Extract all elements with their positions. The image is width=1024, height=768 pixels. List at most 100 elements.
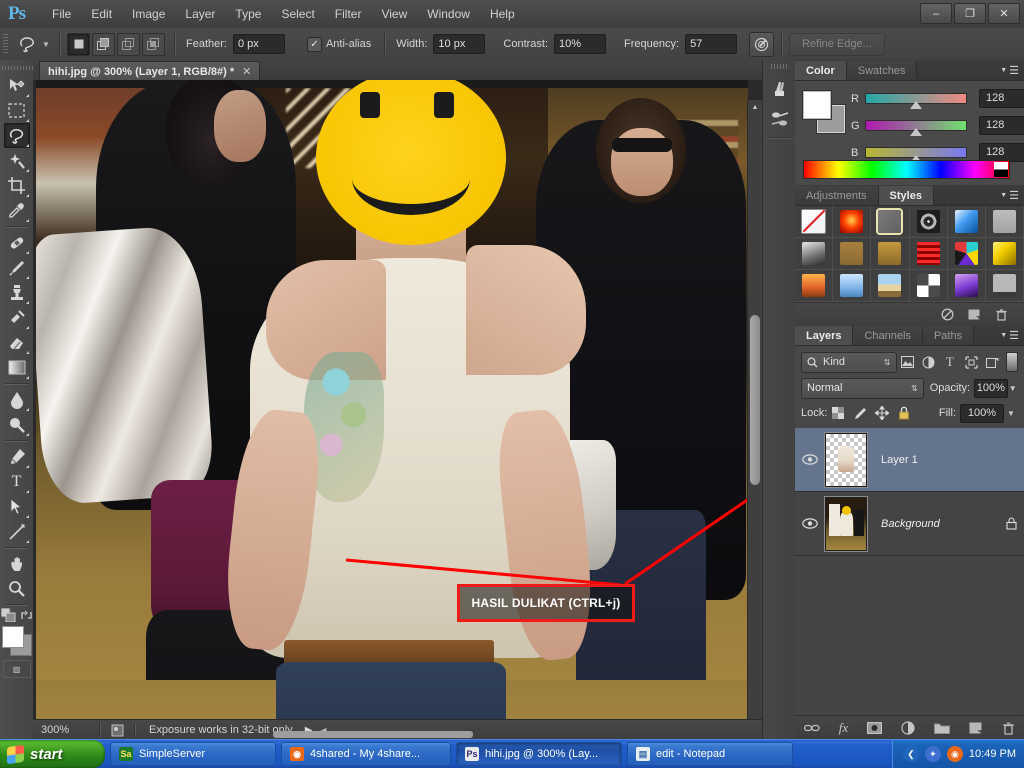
color-foreground-swatch[interactable] [803,91,831,119]
channel-value-r[interactable]: 128 [979,89,1024,108]
style-swatch[interactable] [909,270,948,302]
quick-mask-icon[interactable]: ▨ [2,660,31,678]
menu-help[interactable]: Help [481,4,524,24]
channel-thumb-g[interactable] [910,128,922,136]
style-swatch[interactable] [985,270,1024,302]
tools-panel-grip[interactable] [0,63,33,73]
document-thumb-icon[interactable] [100,724,134,737]
channel-track-g[interactable] [865,120,967,136]
clone-stamp-tool[interactable] [4,280,30,305]
foreground-color-swatch[interactable] [1,626,24,648]
blur-tool[interactable] [4,387,30,412]
panel-menu-icon[interactable]: ▼ ☰ [1000,64,1019,77]
layer-row[interactable]: Background [795,492,1024,556]
start-button[interactable]: start [0,740,105,768]
contrast-input[interactable]: 10% [554,34,607,54]
lock-all-icon[interactable] [893,404,915,423]
options-bar-grip[interactable] [3,34,8,54]
document-tab[interactable]: hihi.jpg @ 300% (Layer 1, RGB/8#) * ✕ [39,61,261,81]
move-tool[interactable] [4,73,30,98]
filter-adjustment-icon[interactable] [918,353,939,372]
style-swatch[interactable] [795,206,834,238]
pen-tool[interactable] [4,444,30,469]
style-swatch[interactable] [947,238,986,270]
menu-edit[interactable]: Edit [82,4,121,24]
canvas-area[interactable]: HASIL DULIKAT (CTRL+j) ▲ ▼ [33,80,762,720]
style-swatch[interactable] [909,206,948,238]
rectangular-marquee-tool[interactable] [4,98,30,123]
opacity-input[interactable]: 100% [974,378,1008,398]
tab-paths[interactable]: Paths [922,326,975,345]
lock-image-pixels-icon[interactable] [849,404,871,423]
add-layer-mask-icon[interactable] [867,722,883,734]
fill-input[interactable]: 100% [960,403,1004,423]
lock-transparent-pixels-icon[interactable] [827,404,849,423]
hand-tool[interactable] [4,551,30,576]
tool-presets-icon[interactable] [767,105,793,133]
add-layer-style-icon[interactable]: fx [839,720,848,736]
browser-tray-icon[interactable]: ◉ [946,746,963,762]
taskbar-button[interactable]: Sa SimpleServer [110,742,276,766]
horizontal-type-tool[interactable]: T [4,469,30,494]
filter-pixel-icon[interactable] [897,353,918,372]
canvas-horizontal-scroll-thumb[interactable] [273,731,473,738]
fill-caret-icon[interactable]: ▼ [1004,405,1018,422]
lasso-tool-icon[interactable] [14,32,40,56]
menu-file[interactable]: File [43,4,80,24]
antivirus-icon[interactable]: ✦ [924,746,941,762]
filter-shape-icon[interactable] [961,353,982,372]
style-swatch[interactable] [871,238,910,270]
new-group-icon[interactable] [934,722,951,734]
frequency-input[interactable]: 57 [685,34,738,54]
layer-row[interactable]: Layer 1 [795,428,1024,492]
color-spectrum-ramp[interactable] [803,160,1010,179]
layer-thumbnail[interactable] [825,432,867,487]
menu-select[interactable]: Select [272,4,323,24]
dodge-tool[interactable] [4,412,30,437]
delete-layer-icon[interactable] [1002,721,1015,735]
new-layer-icon[interactable] [969,722,983,735]
layer-thumbnail[interactable] [825,496,867,551]
tab-adjustments[interactable]: Adjustments [795,186,879,205]
menu-type[interactable]: Type [226,4,270,24]
add-to-selection-button[interactable] [92,32,115,56]
brush-presets-icon[interactable] [767,75,793,103]
show-hidden-icons-icon[interactable]: ❮ [902,746,919,762]
clear-style-icon[interactable] [941,308,954,321]
scroll-up-arrow-icon[interactable]: ▲ [748,100,762,114]
taskbar-button[interactable]: Ps hihi.jpg @ 300% (Lay... [456,742,622,766]
refine-edge-button[interactable]: Refine Edge... [789,32,885,56]
anti-alias-checkbox[interactable]: ✓ [306,36,322,52]
panel-menu-icon[interactable]: ▼ ☰ [1000,329,1019,342]
panel-menu-icon[interactable]: ▼ ☰ [1000,189,1019,202]
filter-enable-toggle[interactable] [1006,352,1018,372]
menu-view[interactable]: View [372,4,416,24]
image-canvas[interactable] [36,80,748,720]
path-selection-tool[interactable] [4,494,30,519]
channel-value-g[interactable]: 128 [979,116,1024,135]
document-tab-close-icon[interactable]: ✕ [242,65,251,78]
style-swatch[interactable] [985,238,1024,270]
style-swatch[interactable] [833,206,872,238]
lasso-tool[interactable] [3,123,30,148]
lock-position-icon[interactable] [871,404,893,423]
style-swatch[interactable] [909,238,948,270]
quick-selection-tool[interactable] [4,148,30,173]
tab-styles[interactable]: Styles [878,186,934,205]
link-layers-icon[interactable] [803,723,820,733]
line-tool[interactable] [4,519,30,544]
history-brush-tool[interactable] [4,305,30,330]
minimize-button[interactable]: – [920,3,952,24]
close-button[interactable]: ✕ [988,3,1020,24]
dock-strip-grip[interactable] [770,64,789,69]
channel-track-b[interactable] [865,147,967,163]
tab-swatches[interactable]: Swatches [846,61,918,80]
tool-preset-caret-icon[interactable]: ▼ [40,32,52,56]
subtract-from-selection-button[interactable] [117,32,140,56]
layer-visibility-eye-icon[interactable] [795,454,825,465]
filter-type-icon[interactable]: T [939,353,960,372]
menu-window[interactable]: Window [418,4,479,24]
style-swatch[interactable] [947,206,986,238]
brush-tool[interactable] [4,255,30,280]
opacity-caret-icon[interactable]: ▼ [1008,380,1018,397]
